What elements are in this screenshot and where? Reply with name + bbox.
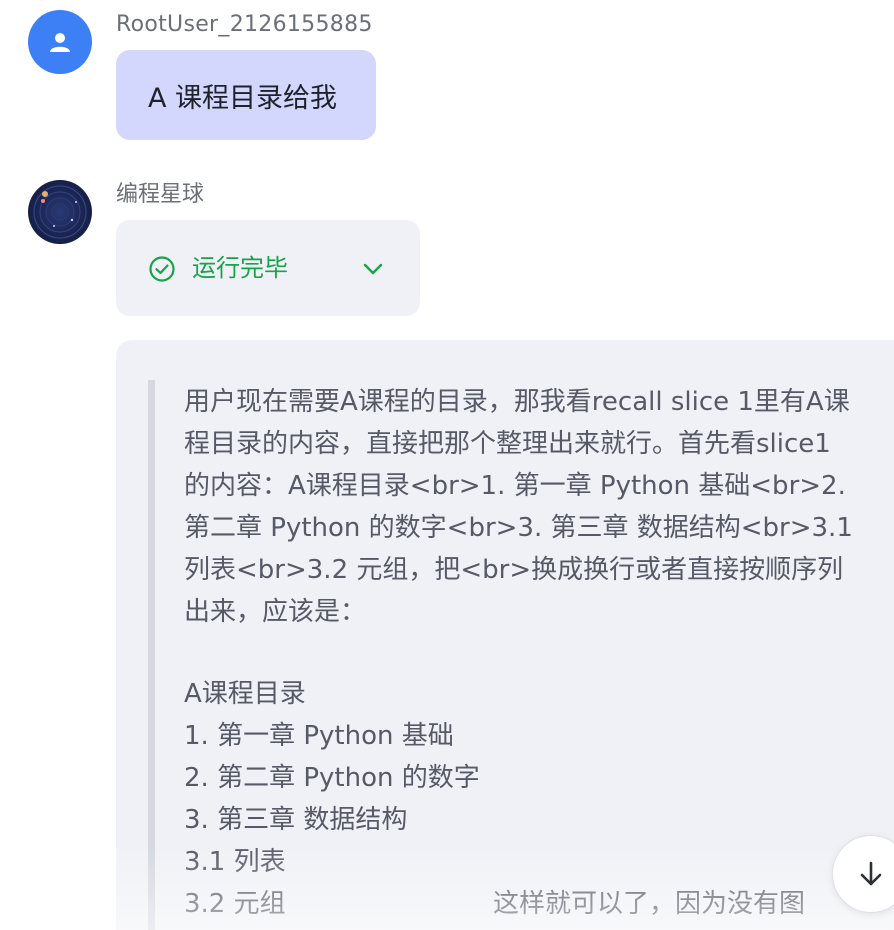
toc-item: 3. 第三章 数据结构 [184, 805, 408, 835]
check-circle-icon [149, 256, 175, 282]
toc-item: 3.2 元组 [184, 889, 286, 919]
galaxy-icon [33, 185, 87, 239]
toc-item: 1. 第一章 Python 基础 [184, 721, 454, 751]
toc-title: A课程目录 [184, 679, 306, 709]
arrow-down-icon [860, 861, 882, 886]
user-message-text: A 课程目录给我 [148, 82, 338, 114]
reasoning-text: 用户现在需要A课程的目录，那我看recall slice 1里有A课程目录的内容… [184, 387, 853, 627]
reasoning-quote-bar [148, 380, 155, 930]
chevron-down-icon[interactable] [361, 257, 385, 281]
bot-avatar[interactable] [28, 180, 92, 244]
course-toc-list: A课程目录 1. 第一章 Python 基础 2. 第二章 Python 的数字… [184, 673, 480, 925]
user-icon [50, 33, 70, 52]
toc-item: 3.1 列表 [184, 847, 286, 877]
run-status-label: 运行完毕 [192, 254, 288, 282]
user-name: RootUser_2126155885 [116, 12, 373, 37]
run-status-card[interactable]: 运行完毕 [116, 220, 420, 316]
toc-item: 2. 第二章 Python 的数字 [184, 763, 480, 793]
user-message-bubble: A 课程目录给我 [116, 50, 376, 140]
user-avatar[interactable] [28, 10, 92, 74]
bot-name: 编程星球 [116, 182, 205, 207]
reasoning-continuation: 这样就可以了，因为没有图 [493, 889, 806, 919]
chat-window: RootUser_2126155885 A 课程目录给我 编程星球 运行完毕 用… [0, 0, 894, 930]
